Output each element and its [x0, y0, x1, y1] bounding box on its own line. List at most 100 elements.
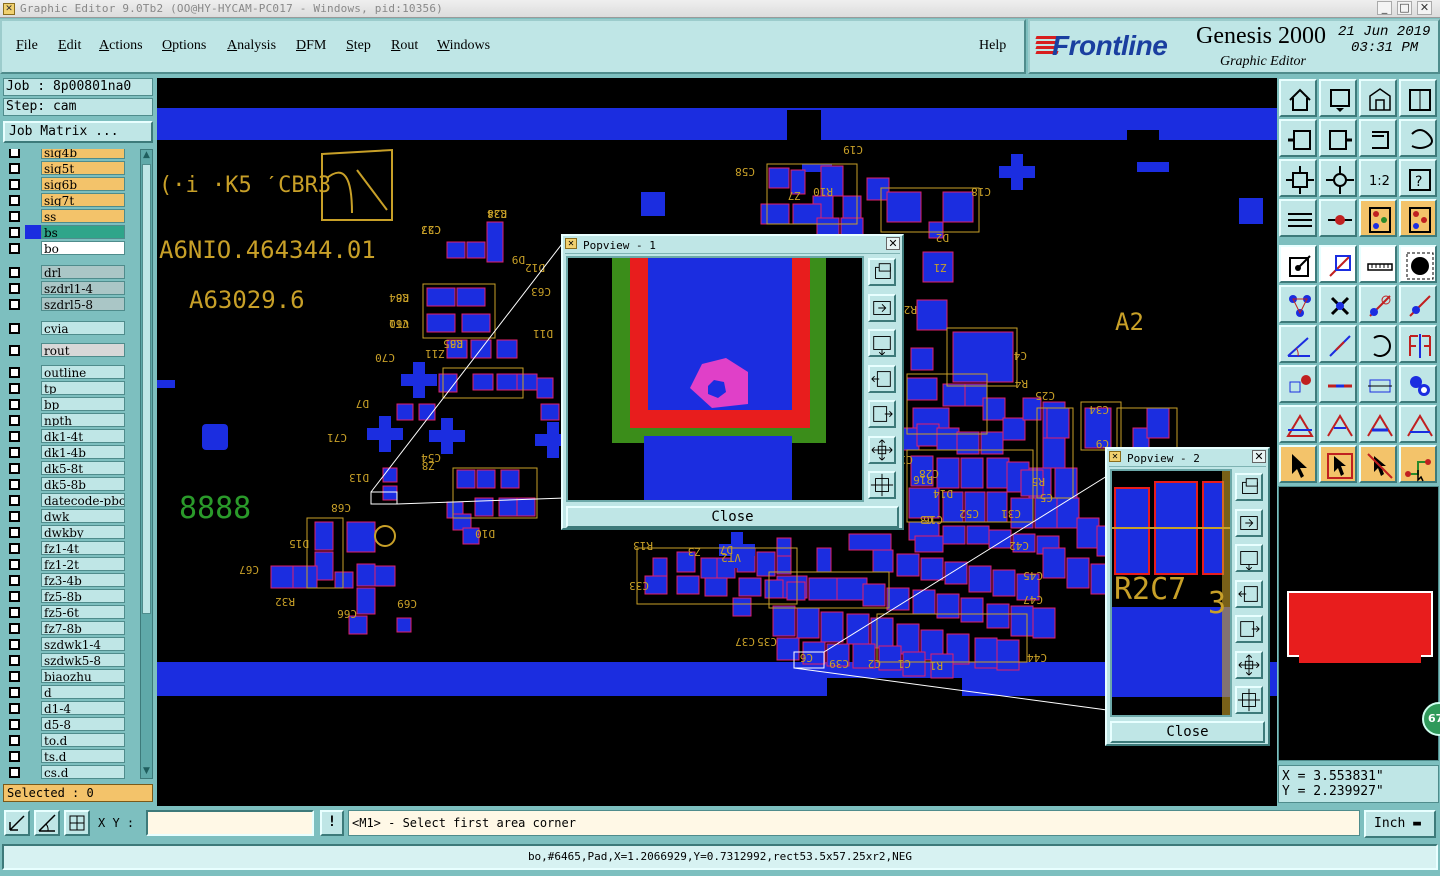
- layer-name[interactable]: cs.d: [41, 765, 125, 779]
- menu-rout[interactable]: Rout: [391, 38, 418, 54]
- pad[interactable]: [446, 241, 466, 259]
- layer-name[interactable]: biaozhu: [41, 669, 125, 683]
- layer-name[interactable]: fz7-8b: [41, 621, 125, 635]
- scroll-up-icon[interactable]: ▲: [141, 150, 152, 162]
- popview-1-view[interactable]: [566, 256, 864, 502]
- cross-icon[interactable]: [1319, 285, 1357, 323]
- unit-selector[interactable]: Inch ▬: [1364, 810, 1436, 838]
- layer-name[interactable]: bp: [41, 397, 125, 411]
- select-box-icon[interactable]: [1319, 445, 1357, 483]
- snap-icon[interactable]: [1399, 119, 1437, 157]
- pan-left-icon[interactable]: [1279, 119, 1317, 157]
- layer-checkbox[interactable]: [9, 767, 20, 778]
- layer-checkbox[interactable]: [9, 687, 20, 698]
- layer-checkbox[interactable]: [9, 447, 20, 458]
- layer-color-swatch[interactable]: [25, 413, 41, 427]
- layer-color-swatch[interactable]: [25, 733, 41, 747]
- layer-name[interactable]: sig7t: [41, 193, 125, 207]
- pad[interactable]: [476, 469, 496, 489]
- zoom-home-icon[interactable]: [1279, 79, 1317, 117]
- triangle-c-icon[interactable]: [1359, 405, 1397, 443]
- pad[interactable]: [1010, 605, 1034, 637]
- pad[interactable]: [700, 557, 720, 579]
- layer-row-fz5-6t[interactable]: fz5-6t: [5, 605, 125, 619]
- layer-name[interactable]: ss: [41, 209, 125, 223]
- pad[interactable]: [516, 373, 538, 391]
- layer-name[interactable]: fz3-4b: [41, 573, 125, 587]
- menu-actions[interactable]: Actions: [99, 38, 143, 54]
- layer-row-dk5-8t[interactable]: dk5-8t: [5, 461, 125, 475]
- pad[interactable]: [456, 469, 476, 489]
- popview-2-view[interactable]: R2C7 3: [1110, 469, 1232, 717]
- layer-row-fz1-4t[interactable]: fz1-4t: [5, 541, 125, 555]
- layer-checkbox[interactable]: [9, 703, 20, 714]
- layer-color-swatch[interactable]: [25, 297, 41, 311]
- pad[interactable]: [346, 521, 376, 553]
- layer-row-ss[interactable]: ss: [5, 209, 125, 223]
- pad[interactable]: [986, 603, 1010, 629]
- layer-name[interactable]: bs: [41, 225, 125, 239]
- layer-name[interactable]: dk5-8t: [41, 461, 125, 475]
- layer-row-drl[interactable]: drl: [5, 265, 125, 279]
- layer-checkbox[interactable]: [9, 591, 20, 602]
- popview-2-zoom-in-icon[interactable]: [1235, 473, 1263, 501]
- layer-checkbox[interactable]: [9, 751, 20, 762]
- pad[interactable]: [820, 611, 844, 643]
- layer-checkbox[interactable]: [9, 267, 20, 278]
- pad[interactable]: [886, 587, 910, 611]
- move-pad-icon[interactable]: [1359, 285, 1397, 323]
- layer-name[interactable]: fz1-2t: [41, 557, 125, 571]
- layer-row-d[interactable]: d: [5, 685, 125, 699]
- popview-2-center-view-icon[interactable]: [1235, 686, 1263, 714]
- layers-a-icon[interactable]: [1359, 199, 1397, 237]
- popview-2-close-button[interactable]: Close: [1110, 721, 1265, 743]
- layer-color-swatch[interactable]: [25, 477, 41, 491]
- pad[interactable]: [396, 617, 412, 633]
- line-pad-icon[interactable]: [1399, 285, 1437, 323]
- zoom-reset-icon[interactable]: [1359, 79, 1397, 117]
- pad[interactable]: [996, 639, 1020, 671]
- pad[interactable]: [732, 597, 752, 617]
- group-icon[interactable]: [1399, 365, 1437, 403]
- pad[interactable]: [912, 589, 936, 615]
- select-arrow-icon[interactable]: [1279, 445, 1317, 483]
- layer-checkbox[interactable]: [9, 543, 20, 554]
- pad[interactable]: [960, 457, 984, 489]
- layer-color-swatch[interactable]: [25, 621, 41, 635]
- popview-2-fit-view-icon[interactable]: [1235, 650, 1263, 679]
- feature-pad-icon[interactable]: [1279, 245, 1317, 283]
- popview-1-fit-view-icon[interactable]: [868, 435, 896, 464]
- pan-icon[interactable]: [1399, 79, 1437, 117]
- layer-row-biaozhu[interactable]: biaozhu: [5, 669, 125, 683]
- cross-pad[interactable]: [367, 416, 403, 452]
- pad[interactable]: [936, 427, 960, 451]
- feature-line-icon[interactable]: [1319, 245, 1357, 283]
- pad[interactable]: [382, 467, 398, 483]
- layer-row-fz5-8b[interactable]: fz5-8b: [5, 589, 125, 603]
- layer-checkbox[interactable]: [9, 179, 20, 190]
- pad[interactable]: [968, 565, 992, 593]
- pad[interactable]: [334, 571, 354, 589]
- pad[interactable]: [916, 423, 940, 447]
- layer-checkbox[interactable]: [9, 243, 20, 254]
- layer-name[interactable]: szdwk1-4: [41, 637, 125, 651]
- pad[interactable]: [960, 597, 984, 623]
- popview-1-pan-right-icon[interactable]: [868, 400, 896, 428]
- layer-row-to.d[interactable]: to.d: [5, 733, 125, 747]
- pad[interactable]: [808, 577, 840, 601]
- layer-row-cvia[interactable]: cvia: [5, 321, 125, 335]
- pad[interactable]: [516, 497, 536, 517]
- layer-checkbox[interactable]: [9, 479, 20, 490]
- layer-color-swatch[interactable]: [25, 525, 41, 539]
- popview-1-zoom-out-icon[interactable]: [868, 293, 896, 322]
- measure-h-icon[interactable]: [1359, 365, 1397, 403]
- pad[interactable]: [536, 377, 554, 399]
- pad[interactable]: [980, 431, 1004, 455]
- pad[interactable]: [540, 403, 560, 421]
- arc-icon[interactable]: [1359, 325, 1397, 363]
- pad[interactable]: [848, 533, 892, 551]
- layer-color-swatch[interactable]: [25, 225, 41, 239]
- triangle-b-icon[interactable]: [1319, 405, 1357, 443]
- layer-checkbox[interactable]: [9, 163, 20, 174]
- pad[interactable]: [382, 485, 398, 501]
